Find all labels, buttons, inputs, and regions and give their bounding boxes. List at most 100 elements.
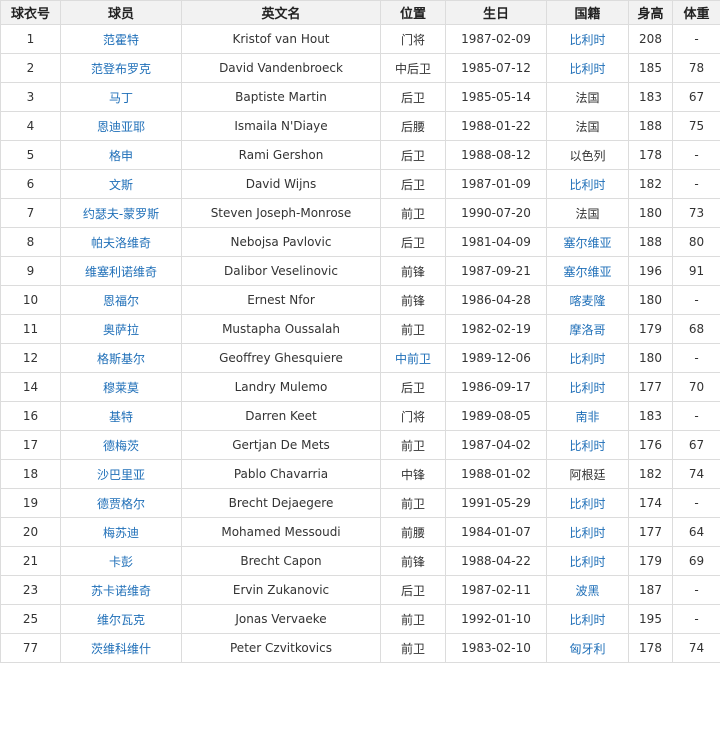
cell-position: 中后卫 <box>381 54 446 83</box>
table-row: 7约瑟夫-蒙罗斯Steven Joseph-Monrose前卫1990-07-2… <box>1 199 720 228</box>
cell-position: 前锋 <box>381 286 446 315</box>
cell-player-name[interactable]: 德贾格尔 <box>61 489 182 518</box>
cell-player-name[interactable]: 梅苏迪 <box>61 518 182 547</box>
cell-player-name[interactable]: 范霍特 <box>61 25 182 54</box>
cell-number: 9 <box>1 257 61 286</box>
cell-player-name[interactable]: 范登布罗克 <box>61 54 182 83</box>
cell-player-name[interactable]: 卡彭 <box>61 547 182 576</box>
cell-number: 4 <box>1 112 61 141</box>
cell-weight: 75 <box>673 112 720 141</box>
cell-player-name[interactable]: 苏卡诺维奇 <box>61 576 182 605</box>
cell-player-name[interactable]: 格斯基尔 <box>61 344 182 373</box>
table-row: 77茨维科维什Peter Czvitkovics前卫1983-02-10匈牙利1… <box>1 634 720 663</box>
cell-player-name[interactable]: 基特 <box>61 402 182 431</box>
cell-height: 177 <box>629 518 673 547</box>
cell-number: 16 <box>1 402 61 431</box>
cell-nationality[interactable]: 比利时 <box>547 518 629 547</box>
cell-height: 180 <box>629 286 673 315</box>
cell-nationality[interactable]: 比利时 <box>547 373 629 402</box>
cell-nationality[interactable]: 南非 <box>547 402 629 431</box>
cell-birthday: 1985-07-12 <box>446 54 547 83</box>
table-row: 8帕夫洛维奇Nebojsa Pavlovic后卫1981-04-09塞尔维亚18… <box>1 228 720 257</box>
cell-player-name[interactable]: 维尔瓦克 <box>61 605 182 634</box>
cell-player-name[interactable]: 马丁 <box>61 83 182 112</box>
cell-position: 前卫 <box>381 634 446 663</box>
cell-english-name: Nebojsa Pavlovic <box>182 228 381 257</box>
cell-player-name[interactable]: 德梅茨 <box>61 431 182 460</box>
cell-position: 门将 <box>381 402 446 431</box>
cell-nationality[interactable]: 比利时 <box>547 54 629 83</box>
table-row: 10恩福尔Ernest Nfor前锋1986-04-28喀麦隆180- <box>1 286 720 315</box>
cell-height: 183 <box>629 83 673 112</box>
cell-birthday: 1983-02-10 <box>446 634 547 663</box>
cell-player-name[interactable]: 茨维科维什 <box>61 634 182 663</box>
cell-weight: - <box>673 489 720 518</box>
table-row: 18沙巴里亚Pablo Chavarria中锋1988-01-02阿根廷1827… <box>1 460 720 489</box>
cell-birthday: 1987-04-02 <box>446 431 547 460</box>
cell-nationality[interactable]: 波黑 <box>547 576 629 605</box>
cell-birthday: 1989-08-05 <box>446 402 547 431</box>
cell-nationality: 以色列 <box>547 141 629 170</box>
cell-nationality[interactable]: 匈牙利 <box>547 634 629 663</box>
cell-player-name[interactable]: 文斯 <box>61 170 182 199</box>
cell-height: 178 <box>629 634 673 663</box>
cell-number: 6 <box>1 170 61 199</box>
cell-player-name[interactable]: 约瑟夫-蒙罗斯 <box>61 199 182 228</box>
empty-area <box>0 663 720 730</box>
cell-height: 182 <box>629 460 673 489</box>
cell-nationality[interactable]: 比利时 <box>547 344 629 373</box>
cell-nationality[interactable]: 比利时 <box>547 547 629 576</box>
cell-nationality[interactable]: 比利时 <box>547 431 629 460</box>
cell-english-name: Geoffrey Ghesquiere <box>182 344 381 373</box>
cell-number: 8 <box>1 228 61 257</box>
cell-position[interactable]: 中前卫 <box>381 344 446 373</box>
cell-nationality[interactable]: 比利时 <box>547 489 629 518</box>
cell-english-name: Mustapha Oussalah <box>182 315 381 344</box>
cell-position: 后卫 <box>381 576 446 605</box>
cell-position: 前卫 <box>381 431 446 460</box>
cell-number: 25 <box>1 605 61 634</box>
cell-english-name: Ismaila N'Diaye <box>182 112 381 141</box>
cell-player-name[interactable]: 格申 <box>61 141 182 170</box>
cell-birthday: 1982-02-19 <box>446 315 547 344</box>
cell-english-name: Gertjan De Mets <box>182 431 381 460</box>
cell-height: 177 <box>629 373 673 402</box>
cell-player-name[interactable]: 沙巴里亚 <box>61 460 182 489</box>
cell-height: 180 <box>629 199 673 228</box>
cell-english-name: Dalibor Veselinovic <box>182 257 381 286</box>
cell-player-name[interactable]: 恩迪亚耶 <box>61 112 182 141</box>
cell-player-name[interactable]: 帕夫洛维奇 <box>61 228 182 257</box>
cell-number: 20 <box>1 518 61 547</box>
cell-english-name: Darren Keet <box>182 402 381 431</box>
table-row: 17德梅茨Gertjan De Mets前卫1987-04-02比利时17667 <box>1 431 720 460</box>
cell-english-name: Ernest Nfor <box>182 286 381 315</box>
cell-nationality: 阿根廷 <box>547 460 629 489</box>
cell-player-name[interactable]: 维塞利诺维奇 <box>61 257 182 286</box>
cell-nationality[interactable]: 比利时 <box>547 605 629 634</box>
header-birthday: 生日 <box>446 1 547 25</box>
cell-nationality[interactable]: 塞尔维亚 <box>547 228 629 257</box>
cell-height: 178 <box>629 141 673 170</box>
cell-height: 179 <box>629 547 673 576</box>
cell-english-name: Kristof van Hout <box>182 25 381 54</box>
cell-height: 187 <box>629 576 673 605</box>
cell-height: 185 <box>629 54 673 83</box>
cell-number: 21 <box>1 547 61 576</box>
cell-nationality[interactable]: 喀麦隆 <box>547 286 629 315</box>
table-row: 11奥萨拉Mustapha Oussalah前卫1982-02-19摩洛哥179… <box>1 315 720 344</box>
cell-weight: 69 <box>673 547 720 576</box>
cell-nationality[interactable]: 塞尔维亚 <box>547 257 629 286</box>
cell-position: 后卫 <box>381 170 446 199</box>
cell-player-name[interactable]: 奥萨拉 <box>61 315 182 344</box>
cell-nationality[interactable]: 比利时 <box>547 25 629 54</box>
cell-height: 208 <box>629 25 673 54</box>
cell-player-name[interactable]: 恩福尔 <box>61 286 182 315</box>
cell-player-name[interactable]: 穆莱莫 <box>61 373 182 402</box>
cell-nationality[interactable]: 比利时 <box>547 170 629 199</box>
header-player: 球员 <box>61 1 182 25</box>
cell-weight: 73 <box>673 199 720 228</box>
cell-nationality[interactable]: 摩洛哥 <box>547 315 629 344</box>
cell-english-name: Landry Mulemo <box>182 373 381 402</box>
cell-height: 182 <box>629 170 673 199</box>
cell-position: 前锋 <box>381 257 446 286</box>
